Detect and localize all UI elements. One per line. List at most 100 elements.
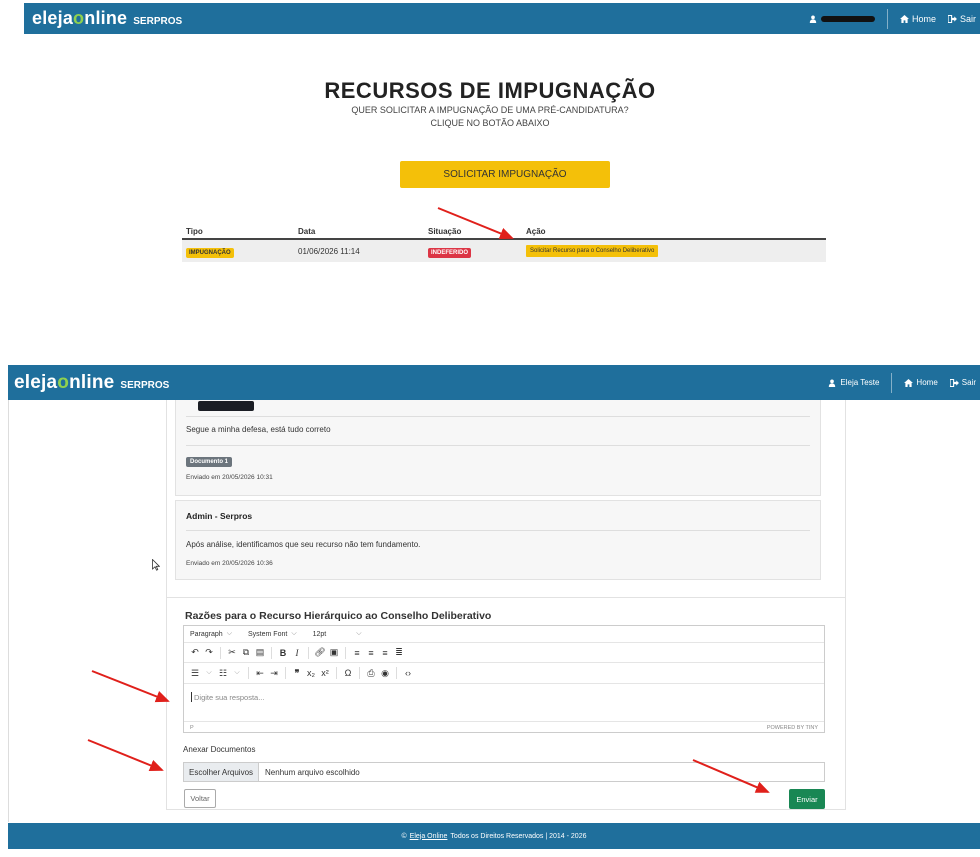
back-button[interactable]: Voltar [184, 789, 216, 808]
code-icon[interactable]: ‹› [401, 668, 415, 678]
footer-text: Todos os Direitos Reservados | 2014 - 20… [450, 832, 587, 840]
toolbar-divider [308, 646, 309, 659]
logout-icon [947, 14, 957, 23]
editor-path[interactable]: P [190, 725, 194, 731]
toolbar-divider [336, 667, 337, 679]
cut-icon[interactable]: ✂ [225, 647, 239, 658]
undo-icon[interactable]: ↶ [188, 647, 202, 658]
preview-icon[interactable]: ◉ [378, 668, 392, 679]
brand-logo[interactable]: elejaonline SERPROS [14, 372, 169, 394]
brand-name-prefix: eleja [14, 371, 58, 393]
copy-icon[interactable]: ⧉ [239, 647, 253, 658]
nav-divider [886, 8, 888, 29]
blockquote-icon[interactable]: ❞ [290, 668, 304, 679]
nav-logout-link[interactable]: Sair [947, 14, 976, 24]
home-icon [904, 378, 914, 387]
message-text: Após análise, identificamos que seu recu… [186, 540, 421, 549]
logout-icon [949, 378, 959, 387]
redacted-author [198, 401, 254, 411]
top-navbar: elejaonline SERPROS Eleja Teste Home Sai… [8, 365, 980, 400]
align-left-icon[interactable]: ≡ [350, 648, 364, 658]
document-badge[interactable]: Documento 1 [186, 457, 233, 467]
special-char-icon[interactable]: Ω [341, 668, 355, 678]
appeal-card: Segue a minha defesa, está tudo correto … [166, 400, 846, 810]
redacted-username [820, 15, 875, 22]
message-text: Segue a minha defesa, está tudo correto [186, 425, 331, 434]
status-badge: INDEFERIDO [428, 247, 472, 258]
link-icon[interactable]: 🔗︎ [313, 647, 327, 658]
chevron-down-icon[interactable]: ⌵ [202, 669, 216, 677]
align-justify-icon[interactable]: ≣ [392, 647, 406, 658]
file-input[interactable]: Escolher Arquivos Nenhum arquivo escolhi… [183, 762, 825, 782]
size-select[interactable]: 12pt [313, 631, 327, 638]
chevron-down-icon[interactable]: ⌵ [230, 669, 244, 677]
toolbar-divider [345, 646, 346, 659]
redo-icon[interactable]: ↷ [202, 647, 216, 658]
toolbar-divider [271, 646, 272, 659]
editor-text-area[interactable]: Digite sua resposta... [184, 684, 824, 722]
request-appeal-button[interactable]: Solicitar Recurso para o Conselho Delibe… [526, 245, 659, 257]
nav-home-label: Home [916, 378, 938, 387]
subscript-icon[interactable]: x₂ [304, 668, 318, 678]
brand-name-o: o [57, 371, 70, 393]
brand-org: SERPROS [133, 16, 183, 27]
brand-name-suffix: nline [84, 8, 128, 28]
row-date: 01/06/2026 11:14 [298, 246, 360, 256]
page-footer: © Eleja Online Todos os Direitos Reservad… [8, 823, 980, 849]
message-card-user: Segue a minha defesa, está tudo correto … [175, 400, 821, 496]
editor-placeholder: Digite sua resposta... [194, 693, 265, 702]
toolbar-divider [396, 667, 397, 679]
format-select[interactable]: Paragraph [190, 631, 223, 638]
header-tipo: Tipo [186, 227, 203, 236]
brand-logo[interactable]: elejaonline SERPROS [32, 8, 182, 29]
header-acao: Ação [526, 227, 546, 236]
choose-files-button[interactable]: Escolher Arquivos [184, 763, 260, 781]
align-right-icon[interactable]: ≡ [378, 648, 392, 658]
brand-org: SERPROS [120, 379, 170, 391]
superscript-icon[interactable]: x² [318, 668, 332, 678]
print-icon[interactable]: ⎙ [364, 668, 378, 679]
nav-divider [891, 372, 893, 393]
appeals-table: Tipo Data Situação Ação IMPUGNAÇÃO 01/06… [182, 226, 826, 262]
message-divider [186, 445, 810, 446]
powered-by[interactable]: POWERED BY TINY [767, 725, 818, 731]
image-icon[interactable]: ▣ [327, 647, 341, 658]
nav-logout-link[interactable]: Sair [949, 378, 976, 387]
italic-icon[interactable]: I [290, 648, 304, 658]
message-card-admin: Admin - Serpros Após análise, identifica… [175, 500, 821, 580]
text-caret [191, 692, 192, 702]
appeal-form-panel: elejaonline SERPROS Eleja Teste Home Sai… [8, 365, 980, 857]
user-menu[interactable] [809, 15, 887, 23]
header-situacao: Situação [428, 227, 462, 236]
chevron-down-icon: ⌵ [356, 630, 362, 637]
font-select[interactable]: System Font [248, 631, 287, 638]
bold-icon[interactable]: B [276, 648, 290, 658]
toolbar-divider [285, 667, 286, 679]
footer-link[interactable]: Eleja Online [410, 833, 448, 840]
user-menu[interactable]: Eleja Teste [828, 378, 891, 387]
table-row: IMPUGNAÇÃO 01/06/2026 11:14 INDEFERIDO S… [182, 240, 826, 262]
paste-icon[interactable]: ▤ [253, 647, 267, 658]
editor-format-bar: Paragraph ⌵ System Font ⌵ 12pt ⌵ [184, 626, 824, 643]
section-divider [167, 597, 845, 598]
request-impugnation-button[interactable]: SOLICITAR IMPUGNAÇÃO [400, 161, 610, 188]
numbered-list-icon[interactable]: ☷ [216, 668, 230, 679]
rich-text-editor: Paragraph ⌵ System Font ⌵ 12pt ⌵ ↶ ↷ ✂ ⧉ ▤ … [183, 625, 825, 733]
header-data: Data [298, 227, 316, 236]
home-icon [900, 14, 909, 23]
message-divider [186, 530, 810, 531]
mouse-cursor-icon [152, 559, 160, 571]
align-center-icon[interactable]: ≡ [364, 648, 378, 658]
brand-name-o: o [73, 8, 85, 28]
nav-home-link[interactable]: Home [900, 14, 936, 24]
editor-toolbar-row2: ☰ ⌵ ☷ ⌵ ⇤ ⇥ ❞ x₂ x² Ω ⎙ ◉ ‹› [184, 663, 824, 684]
bullet-list-icon[interactable]: ☰ [188, 668, 202, 679]
nav-home-link[interactable]: Home [904, 378, 938, 387]
outdent-icon[interactable]: ⇤ [253, 668, 267, 679]
attach-label: Anexar Documentos [183, 745, 256, 754]
indent-icon[interactable]: ⇥ [267, 668, 281, 679]
message-divider [186, 416, 810, 417]
toolbar-divider [359, 667, 360, 679]
main-content: Segue a minha defesa, está tudo correto … [8, 400, 980, 822]
send-button[interactable]: Enviar [789, 789, 825, 809]
